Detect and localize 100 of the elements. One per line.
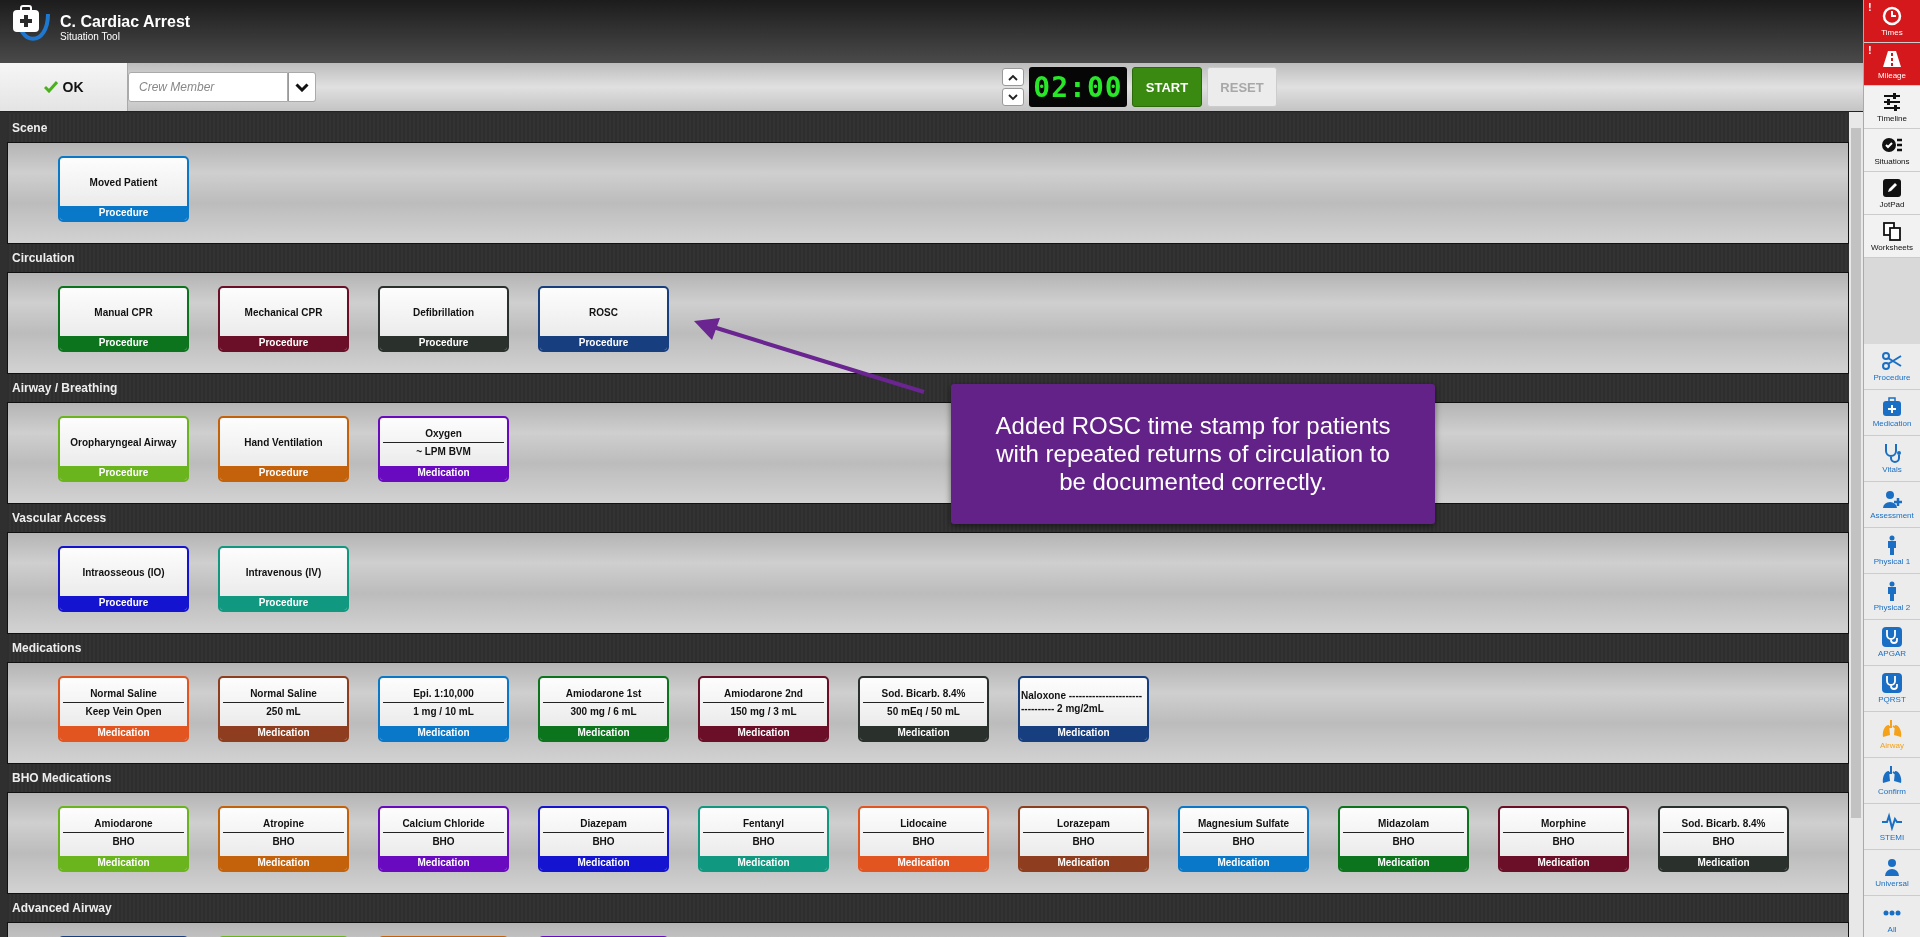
item-card[interactable]: Intraosseous (IO) Procedure [58,546,189,612]
card-type-label: Medication [1340,856,1467,870]
item-card[interactable]: Mechanical CPR Procedure [218,286,349,352]
item-card[interactable]: Midazolam BHO Medication [1338,806,1469,872]
sidebar-item[interactable]: Timeline [1864,86,1920,129]
alert-mark-label: ! [1868,44,1872,56]
sidebar-item[interactable]: PQRST [1864,666,1920,712]
card-title: Normal Saline [90,686,157,700]
stethoscope-icon [1882,627,1902,647]
item-card[interactable]: Normal Saline 250 mL Medication [218,676,349,742]
item-card[interactable]: Sod. Bicarb. 8.4% 50 mEq / 50 mL Medication [858,676,989,742]
sidebar-item[interactable]: All [1864,896,1920,937]
card-title: Calcium Chloride [402,816,485,830]
sidebar-item[interactable]: Worksheets [1864,215,1920,258]
sidebar-item[interactable]: Medication [1864,390,1920,436]
section-title: Circulation [12,251,75,265]
item-card[interactable]: Amiodarone 1st 300 mg / 6 mL Medication [538,676,669,742]
card-dose: 1 mg / 10 mL [413,704,474,718]
card-dose: 150 mg / 3 mL [730,704,797,718]
ok-button[interactable]: OK [0,63,128,111]
card-type-label: Medication [540,726,667,740]
sidebar-item[interactable]: Procedure [1864,344,1920,390]
card-title: Morphine [1541,816,1586,830]
item-card[interactable]: Oropharyngeal Airway Procedure [58,416,189,482]
item-card[interactable]: Amiodarone BHO Medication [58,806,189,872]
sidebar-item[interactable]: APGAR [1864,620,1920,666]
decrease-button[interactable] [1002,88,1024,106]
item-card[interactable]: ROSC Procedure [538,286,669,352]
card-type-label: Medication [1180,856,1307,870]
card-dose: BHO [752,834,775,848]
item-card[interactable]: Intravenous (IV) Procedure [218,546,349,612]
card-type-label: Medication [860,856,987,870]
item-card[interactable]: Magnesium Sulfate BHO Medication [1178,806,1309,872]
scrollbar[interactable] [1849,112,1863,937]
item-card[interactable]: Lorazepam BHO Medication [1018,806,1149,872]
item-card[interactable]: Normal Saline Keep Vein Open Medication [58,676,189,742]
card-title: Mechanical CPR [244,305,323,319]
start-button[interactable]: START [1132,67,1202,107]
card-dose: BHO [1552,834,1575,848]
item-card[interactable]: Amiodarone 2nd 150 mg / 3 mL Medication [698,676,829,742]
sidebar-item[interactable]: Mileage ! [1864,43,1920,86]
section-title: Medications [12,641,82,655]
sidebar-item[interactable]: Physical 2 [1864,574,1920,620]
sidebar-item[interactable]: JotPad [1864,172,1920,215]
card-type-label: Procedure [60,336,187,350]
item-card[interactable]: Naloxone ---------------------- ---------- 2 mg/2mL Medication [1018,676,1149,742]
card-type-label: Medication [1500,856,1627,870]
item-card[interactable]: Lidocaine BHO Medication [858,806,989,872]
heartbeat-icon [1882,811,1902,831]
item-card[interactable]: Moved Patient Procedure [58,156,189,222]
item-card[interactable]: Oxygen ~ LPM BVM Medication [378,416,509,482]
item-card[interactable]: Manual CPR Procedure [58,286,189,352]
sidebar-item[interactable]: Assessment [1864,482,1920,528]
card-title: Atropine [262,816,305,830]
sidebar-item[interactable]: Situations [1864,129,1920,172]
card-dose: 300 mg / 6 mL [570,704,637,718]
card-type-label: Procedure [540,336,667,350]
item-card[interactable]: Fentanyl BHO Medication [698,806,829,872]
item-card[interactable]: Epi. 1:10,000 1 mg / 10 mL Medication [378,676,509,742]
card-type-label: Procedure [220,336,347,350]
sidebar-item[interactable]: Vitals [1864,436,1920,482]
card-type-label: Medication [60,726,187,740]
increase-button[interactable] [1002,68,1024,86]
card-type-label: Medication [700,726,827,740]
section-title: Vascular Access [12,511,107,525]
card-dose: ---------- 2 mg/2mL [1021,702,1104,715]
item-card[interactable]: Morphine BHO Medication [1498,806,1629,872]
card-dose: 50 mEq / 50 mL [887,704,960,718]
card-title: Manual CPR [94,305,153,319]
sidebar-item[interactable]: Confirm [1864,758,1920,804]
card-title: Oropharyngeal Airway [70,435,177,449]
scrollbar-thumb[interactable] [1851,128,1861,818]
item-card[interactable]: Defibrillation Procedure [378,286,509,352]
card-dose: BHO [1232,834,1255,848]
card-title: ROSC [589,305,618,319]
sidebar-item[interactable]: Physical 1 [1864,528,1920,574]
card-dose: BHO [912,834,935,848]
card-title: Epi. 1:10,000 [413,686,474,700]
crew-member-field[interactable]: Crew Member [128,72,288,102]
item-card[interactable]: Atropine BHO Medication [218,806,349,872]
user-icon [1882,857,1902,877]
item-card[interactable]: Calcium Chloride BHO Medication [378,806,509,872]
stethoscope-icon [1882,443,1902,463]
card-dose: Keep Vein Open [85,704,162,718]
sidebar-item[interactable]: Times ! [1864,0,1920,43]
card-dose: ~ LPM BVM [416,444,471,458]
sidebar-item[interactable]: STEMI [1864,804,1920,850]
card-type-label: Medication [380,466,507,480]
card-dose: BHO [1072,834,1095,848]
item-card[interactable]: Sod. Bicarb. 8.4% BHO Medication [1658,806,1789,872]
section-title: Airway / Breathing [12,381,118,395]
item-card[interactable]: Hand Ventilation Procedure [218,416,349,482]
item-card[interactable]: Diazepam BHO Medication [538,806,669,872]
card-dose: BHO [1712,834,1735,848]
card-type-label: Procedure [60,206,187,220]
pencil-icon [1882,177,1902,198]
sidebar-item[interactable]: Universal [1864,850,1920,896]
dropdown-button[interactable] [288,72,316,102]
card-title: Hand Ventilation [244,435,323,449]
timer-display: 02:00 [1029,67,1127,107]
